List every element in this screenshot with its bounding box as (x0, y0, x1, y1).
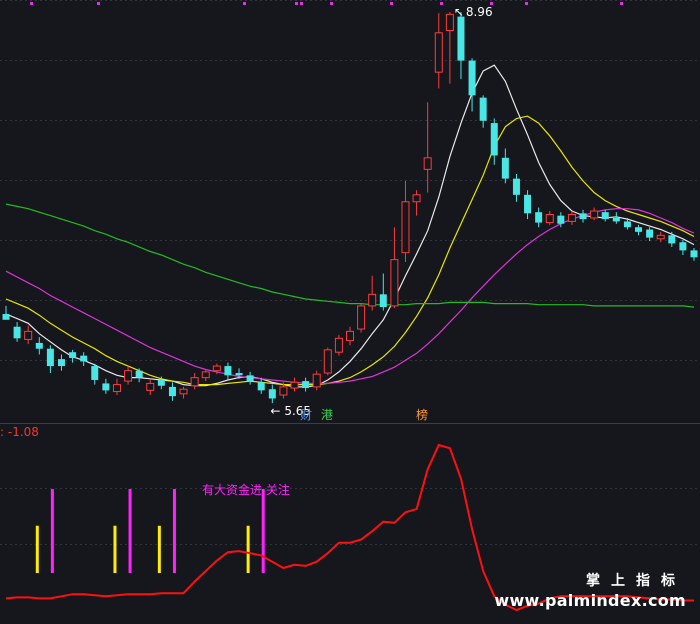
candle-body (512, 178, 520, 195)
candle-body (257, 382, 265, 391)
candle-body (357, 305, 366, 330)
candle-body (201, 371, 210, 379)
candle-body (13, 326, 21, 339)
candlestick-series (2, 12, 698, 404)
candle-body (135, 370, 143, 378)
top-dot (243, 2, 246, 5)
stock-chart-screen: { "chart_data": [ { "type": "candlestick… (0, 0, 700, 624)
candle-body (346, 330, 354, 342)
candle-body (390, 259, 399, 307)
candle-body (423, 157, 432, 170)
price-annotations: 8.96 ↖ 5.65 ← 财 港 榜 (270, 5, 492, 422)
signal-bars (35, 489, 265, 573)
candle-body (279, 386, 288, 396)
candle-body (224, 366, 232, 376)
candle-body (168, 386, 176, 397)
candle-body (124, 370, 133, 382)
candle-body (190, 377, 199, 387)
candle-body (635, 227, 643, 232)
top-marker-dots (30, 2, 623, 5)
top-dot (300, 2, 303, 5)
candle-body (601, 212, 609, 220)
candle-body (246, 375, 254, 382)
top-dot (620, 2, 623, 5)
candle-body (623, 221, 631, 228)
candle-body (312, 373, 321, 388)
candle-body (434, 32, 443, 73)
top-dot (390, 2, 393, 5)
candle-body (535, 212, 543, 223)
chart-canvas: 8.96 ↖ 5.65 ← 财 港 榜 : -1.08 有大资金进 关注 (0, 0, 700, 612)
candle-body (379, 294, 387, 308)
candle-body (112, 384, 121, 393)
candle-body (268, 389, 276, 399)
candle-body (46, 348, 54, 367)
candle-body (445, 13, 454, 32)
top-dot (97, 2, 100, 5)
candle-body (91, 366, 99, 380)
candle-body (35, 342, 43, 349)
candle-body (579, 213, 587, 220)
candle-body (557, 215, 565, 224)
candle-body (668, 235, 676, 244)
candle-body (235, 373, 243, 376)
top-dot (30, 2, 33, 5)
watermark-url: www.palmindex.com (494, 591, 686, 610)
indicator-panel-grid (0, 488, 700, 545)
watermark-title: 掌上指标 (586, 573, 686, 589)
candle-body (590, 210, 599, 219)
candle-body (102, 383, 110, 391)
candle-body (157, 379, 165, 386)
indicator-value: : -1.08 (0, 425, 39, 439)
candle-body (57, 359, 65, 367)
candle-body (146, 382, 155, 391)
top-dot (295, 2, 298, 5)
candle-body (368, 293, 377, 307)
top-dot (440, 2, 443, 5)
candle-body (646, 229, 654, 238)
candle-body (545, 213, 554, 224)
marker-gang: 港 (321, 408, 333, 422)
candle-body (468, 60, 476, 96)
marker-cai: 财 (300, 408, 312, 422)
candle-body (179, 388, 188, 395)
candle-body (24, 330, 33, 340)
candle-body (524, 194, 532, 214)
candle-body (612, 217, 620, 222)
candle-body (80, 355, 88, 362)
candle-body (656, 234, 665, 240)
candle-body (412, 194, 421, 203)
signal-label: 有大资金进 关注 (202, 482, 290, 497)
candle-body (2, 314, 10, 320)
top-dot (330, 2, 333, 5)
ma-line (5, 203, 695, 308)
high-price-label: 8.96 (466, 5, 493, 19)
candle-body (567, 213, 576, 222)
marker-bang: 榜 (416, 407, 428, 422)
candle-body (490, 123, 498, 156)
candle-body (69, 352, 77, 358)
low-arrow-icon: ← (270, 404, 280, 418)
candle-body (302, 381, 310, 389)
candle-body (212, 365, 221, 372)
candle-body (690, 250, 698, 258)
candle-body (290, 381, 299, 389)
candle-body (323, 349, 332, 374)
candle-body (457, 16, 465, 61)
candle-body (401, 201, 410, 254)
candle-body (479, 97, 487, 121)
high-arrow-icon: ↖ (454, 5, 464, 19)
watermark: 掌上指标 www.palmindex.com (494, 570, 686, 610)
top-dot (525, 2, 528, 5)
candle-body (679, 242, 687, 251)
candle-body (334, 337, 343, 353)
candle-body (501, 157, 509, 179)
